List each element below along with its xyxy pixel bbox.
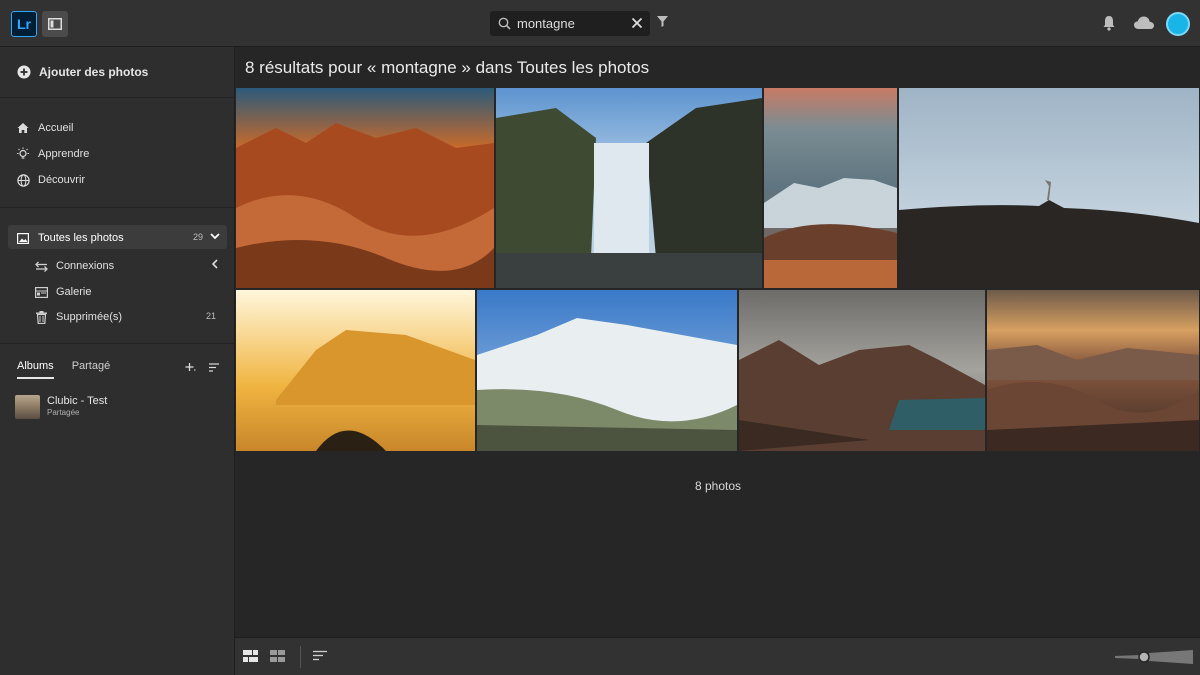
- panel-toggle-button[interactable]: [42, 11, 68, 37]
- album-thumbnail: [15, 395, 40, 419]
- divider: [0, 207, 235, 208]
- grid-large-icon[interactable]: [243, 650, 258, 662]
- divider: [0, 97, 235, 98]
- album-subtitle: Partagée: [47, 408, 80, 417]
- notifications-icon[interactable]: [1102, 15, 1116, 31]
- filter-icon[interactable]: [656, 15, 669, 28]
- nav-discover-label: Découvrir: [38, 174, 86, 186]
- nav-deleted[interactable]: Supprimée(s): [34, 310, 122, 324]
- photo-thumbnail[interactable]: [739, 290, 985, 451]
- connections-icon: [34, 261, 48, 272]
- globe-icon: [16, 173, 30, 187]
- photos-icon: [17, 232, 29, 244]
- nav-learn-label: Apprendre: [38, 148, 90, 160]
- lightbulb-icon: [17, 147, 29, 159]
- grid-square-icon[interactable]: [270, 650, 285, 662]
- tab-albums[interactable]: Albums: [17, 360, 54, 379]
- nav-gallery-label: Galerie: [56, 286, 92, 298]
- bottom-toolbar: [235, 637, 1200, 675]
- gallery-icon: [34, 286, 48, 298]
- sort-icon[interactable]: [208, 362, 220, 373]
- clear-search-icon: [631, 17, 643, 29]
- divider: [0, 343, 235, 344]
- photo-thumbnail[interactable]: [236, 290, 475, 451]
- sidebar-panel-icon: [48, 18, 62, 30]
- tab-shared[interactable]: Partagé: [72, 360, 111, 379]
- sort-icon[interactable]: [313, 650, 328, 662]
- photo-golden-lake-sunset: [236, 290, 475, 451]
- add-photos-button[interactable]: Ajouter des photos: [17, 65, 148, 79]
- photo-thumbnail[interactable]: [899, 88, 1199, 288]
- photo-mountain-dunes: [764, 88, 897, 288]
- sidebar: Ajouter des photos Accueil Apprendre Déc…: [0, 47, 235, 675]
- album-name: Clubic - Test: [47, 395, 108, 407]
- photo-thumbnail[interactable]: [987, 290, 1199, 451]
- nav-home-label: Accueil: [38, 122, 74, 134]
- add-circle-icon: [17, 65, 31, 79]
- nav-home[interactable]: Accueil: [16, 121, 73, 135]
- search-input[interactable]: montagne: [517, 16, 575, 31]
- photo-volcano-plain: [899, 88, 1199, 288]
- album-tabs: Albums Partagé: [17, 360, 110, 379]
- photo-thumbnail[interactable]: [236, 88, 494, 288]
- home-icon: [17, 123, 29, 133]
- photo-thumbnail[interactable]: [764, 88, 897, 288]
- search-icon: [498, 17, 511, 30]
- user-avatar[interactable]: [1166, 12, 1190, 36]
- nav-all-photos[interactable]: Toutes les photos: [16, 231, 124, 245]
- photo-canyon-dusk: [987, 290, 1199, 451]
- nav-learn[interactable]: Apprendre: [16, 147, 89, 161]
- chevron-down-icon[interactable]: [210, 233, 220, 240]
- album-item[interactable]: Clubic - Test Partagée: [15, 395, 107, 419]
- top-bar: Lr montagne: [0, 0, 1200, 47]
- photo-waterfall-cliffs: [496, 88, 762, 288]
- photo-thumbnail[interactable]: [496, 88, 762, 288]
- nav-connections-label: Connexions: [56, 260, 115, 272]
- page-title: 8 résultats pour « montagne » dans Toute…: [245, 58, 650, 77]
- photo-desert-rock-sunset: [236, 88, 494, 288]
- add-photos-label: Ajouter des photos: [39, 65, 149, 79]
- nav-deleted-label: Supprimée(s): [56, 311, 123, 323]
- photo-thumbnail[interactable]: [477, 290, 737, 451]
- nav-gallery[interactable]: Galerie: [34, 285, 91, 299]
- photo-rocky-fjord: [739, 290, 985, 451]
- photo-count: 8 photos: [694, 479, 742, 493]
- nav-connections[interactable]: Connexions: [34, 259, 114, 273]
- deleted-count: 21: [206, 311, 217, 321]
- all-photos-count: 29: [193, 232, 204, 242]
- lightroom-logo[interactable]: Lr: [11, 11, 37, 37]
- search-field[interactable]: montagne: [490, 11, 650, 36]
- thumbnail-size-slider[interactable]: [1115, 650, 1193, 664]
- nav-discover[interactable]: Découvrir: [16, 173, 85, 187]
- cloud-sync-icon[interactable]: [1133, 15, 1155, 31]
- divider: [300, 646, 301, 668]
- chevron-left-icon[interactable]: [212, 259, 218, 269]
- photo-snowy-hill: [477, 290, 737, 451]
- trash-icon: [35, 310, 47, 324]
- nav-all-photos-label: Toutes les photos: [38, 232, 124, 244]
- add-album-icon[interactable]: [185, 362, 196, 373]
